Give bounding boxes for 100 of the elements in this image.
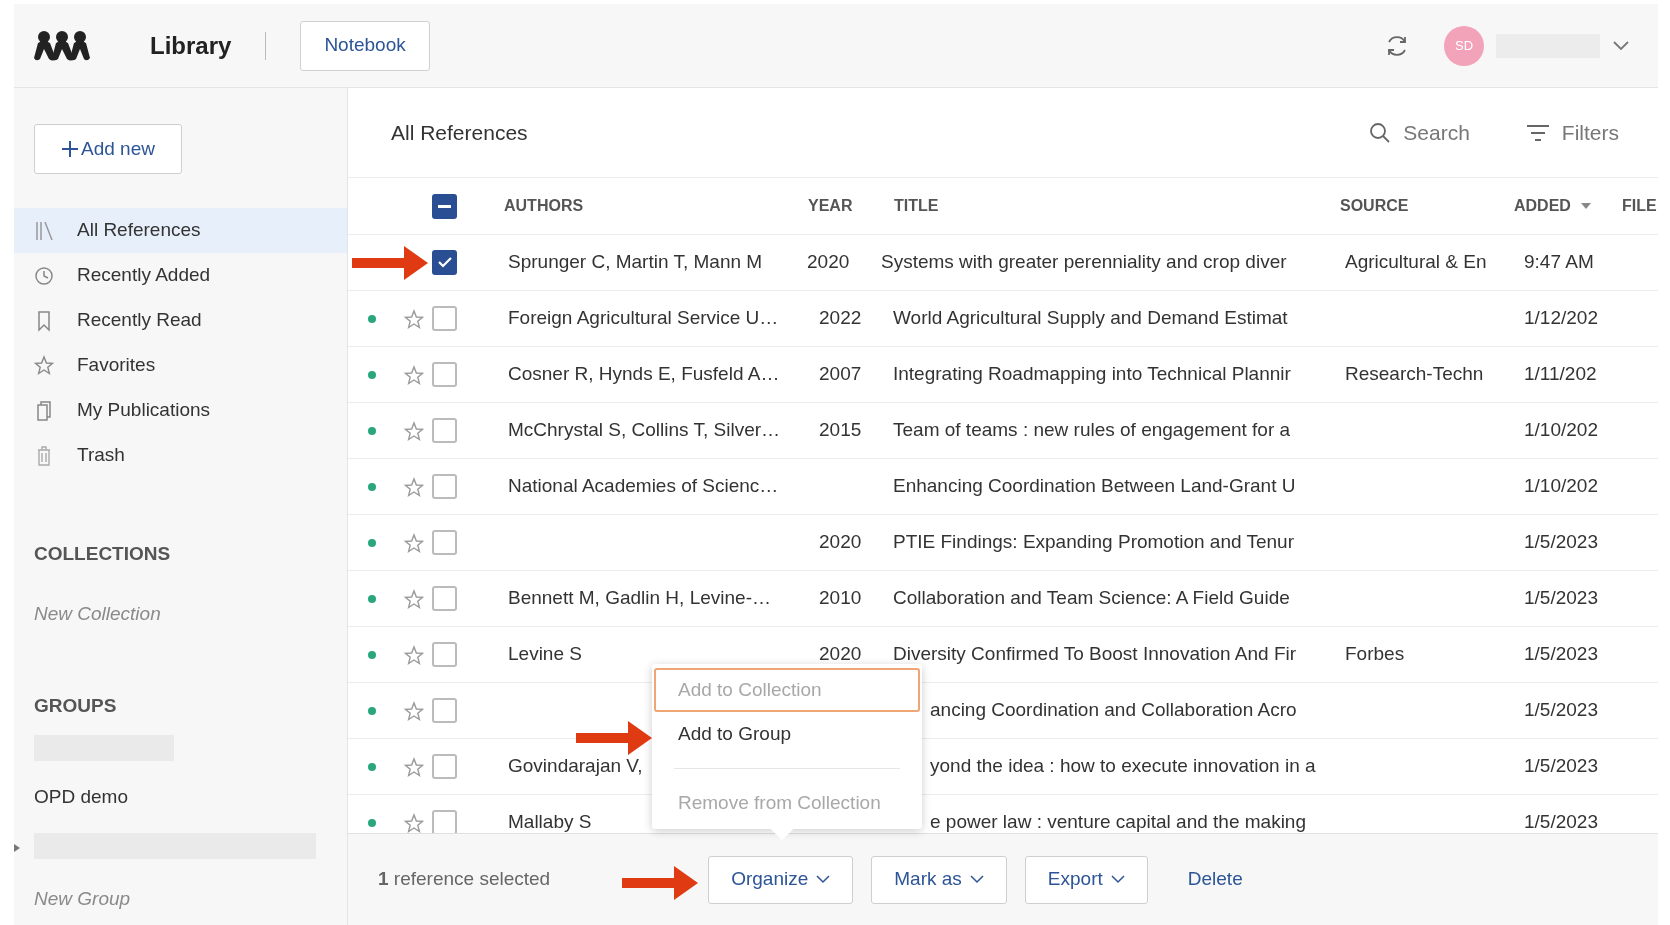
column-header[interactable]: FILE	[1622, 194, 1657, 218]
year-cell: 2022	[819, 307, 862, 329]
minus-icon	[438, 204, 451, 208]
year-cell: 2020	[819, 531, 862, 553]
dropdown-button[interactable]: Export	[1024, 855, 1148, 904]
column-header[interactable]: AUTHORS	[504, 194, 584, 218]
star-icon	[34, 354, 54, 377]
authors-cell: McChrystal S, Collins T, Silver…	[508, 419, 781, 441]
year-cell: 2020	[819, 643, 862, 665]
notebook-button[interactable]: Notebook	[300, 20, 430, 71]
added-cell: 9:47 AM	[1524, 251, 1594, 273]
arrow-icon	[622, 864, 698, 902]
search-icon	[1369, 121, 1392, 144]
select-all-checkbox[interactable]	[432, 193, 457, 219]
row-checkbox[interactable]	[432, 642, 457, 667]
year-cell: 2007	[819, 363, 862, 385]
selection-count: 1 reference selected	[378, 867, 551, 892]
year-cell: 2015	[819, 419, 862, 441]
row-checkbox[interactable]	[432, 754, 457, 779]
added-cell: 1/5/2023	[1524, 643, 1598, 665]
row-checkbox[interactable]	[432, 362, 457, 387]
menu-item[interactable]: Add to Group	[654, 712, 920, 756]
year-cell: 2010	[819, 587, 862, 609]
chevron-down-icon	[1110, 875, 1125, 884]
dropdown-button[interactable]: Mark as	[871, 855, 1007, 904]
added-cell: 1/11/202	[1524, 363, 1597, 385]
column-header[interactable]: SOURCE	[1340, 194, 1409, 218]
row-checkbox[interactable]	[432, 810, 457, 833]
star-icon[interactable]	[402, 811, 425, 833]
add-new-button[interactable]: Add new	[34, 124, 182, 174]
section-heading: COLLECTIONS	[34, 542, 172, 566]
title-cell: Diversity Confirmed To Boost Innovation And Fir	[893, 643, 1297, 665]
title-cell: Integrating Roadmapping into Technical Plannir	[893, 363, 1291, 385]
added-cell: 1/5/2023	[1524, 699, 1598, 721]
delete-link[interactable]: Delete	[1187, 865, 1243, 894]
star-icon[interactable]	[402, 531, 425, 554]
title-cell: World Agricultural Supply and Demand Estimat	[893, 307, 1288, 329]
added-cell: 1/12/202	[1524, 307, 1598, 329]
filter-icon	[1525, 123, 1550, 142]
sidebar-item[interactable]: Recently Added	[14, 253, 347, 298]
row-checkbox[interactable]	[432, 250, 457, 275]
caret-right-icon[interactable]	[14, 844, 20, 852]
title-cell: yond the idea : how to execute innovation in a	[930, 755, 1316, 777]
pages-icon	[34, 399, 54, 422]
row-checkbox[interactable]	[432, 418, 457, 443]
search-button[interactable]: Search	[1369, 116, 1470, 149]
clock-icon	[34, 264, 54, 287]
sidebar-item[interactable]: Trash	[14, 433, 347, 478]
title-cell: ancing Coordination and Collaboration Acro	[930, 699, 1297, 721]
authors-cell: Levine S	[508, 643, 582, 665]
sidebar-item[interactable]: All References	[14, 208, 347, 253]
source-cell: Research-Techn	[1345, 363, 1484, 385]
filters-button[interactable]: Filters	[1525, 116, 1619, 149]
chevron-down-icon	[816, 875, 831, 884]
chevron-down-icon[interactable]	[1612, 39, 1630, 52]
star-icon[interactable]	[402, 363, 425, 386]
column-header[interactable]: YEAR	[808, 194, 853, 218]
authors-cell: Bennett M, Gadlin H, Levine-…	[508, 587, 771, 609]
checkmark-icon	[437, 257, 452, 268]
added-cell: 1/5/2023	[1524, 531, 1598, 553]
star-icon[interactable]	[402, 699, 425, 722]
row-checkbox[interactable]	[432, 586, 457, 611]
star-icon[interactable]	[402, 643, 425, 666]
sidebar-item[interactable]: Favorites	[14, 343, 347, 388]
arrow-icon	[352, 244, 428, 282]
group-item[interactable]: OPD demo	[34, 782, 347, 811]
row-checkbox[interactable]	[432, 306, 457, 331]
star-icon[interactable]	[402, 755, 425, 778]
title-cell: e power law : venture capital and the making	[930, 811, 1306, 833]
row-checkbox[interactable]	[432, 530, 457, 555]
section-title: All References	[391, 119, 528, 146]
year-cell: 2020	[807, 251, 850, 273]
star-icon[interactable]	[402, 587, 425, 610]
authors-cell: Sprunger C, Martin T, Mann M	[508, 251, 763, 273]
section-heading: GROUPS	[34, 694, 118, 718]
dropdown-button[interactable]: Organize	[708, 855, 854, 904]
books-icon	[34, 219, 54, 242]
star-icon[interactable]	[402, 475, 425, 498]
row-checkbox[interactable]	[432, 698, 457, 723]
row-checkbox[interactable]	[432, 474, 457, 499]
title-cell: Systems with greater perenniality and crop diver	[881, 251, 1287, 273]
title-cell: PTIE Findings: Expanding Promotion and Tenur	[893, 531, 1294, 553]
chevron-down-icon	[969, 875, 984, 884]
authors-cell: Foreign Agricultural Service U…	[508, 307, 779, 329]
authors-cell: Cosner R, Hynds E, Fusfeld A…	[508, 363, 780, 385]
column-header[interactable]: TITLE	[894, 194, 939, 218]
authors-cell: Govindarajan V,	[508, 755, 643, 777]
plus-icon	[61, 140, 79, 158]
added-cell: 1/10/202	[1524, 475, 1598, 497]
source-cell: Agricultural & En	[1345, 251, 1487, 273]
added-cell: 1/5/2023	[1524, 587, 1598, 609]
title-cell: Enhancing Coordination Between Land-Grant U	[893, 475, 1296, 497]
title-cell: Team of teams : new rules of engagement for a	[893, 419, 1291, 441]
column-header[interactable]: ADDED	[1514, 194, 1571, 218]
star-icon[interactable]	[402, 419, 425, 442]
star-icon[interactable]	[402, 307, 425, 330]
authors-cell: National Academies of Scienc…	[508, 475, 779, 497]
sidebar-item[interactable]: My Publications	[14, 388, 347, 433]
sidebar-item[interactable]: Recently Read	[14, 298, 347, 343]
page-title: Library	[150, 30, 232, 61]
